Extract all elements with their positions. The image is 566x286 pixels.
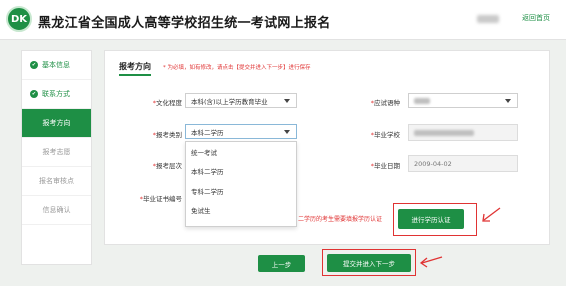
chevron-down-icon	[505, 99, 511, 103]
category-dropdown: 统一考试 本科二学历 专科二学历 免试生	[185, 141, 297, 227]
sidebar-item-direction[interactable]: 报考方向	[22, 109, 91, 138]
dropdown-option-exempt[interactable]: 免试生	[186, 201, 296, 221]
arrow-icon	[482, 207, 501, 222]
school-value-redacted	[414, 129, 474, 136]
arrow-icon	[419, 256, 443, 268]
sidebar-item-label: 报考方向	[42, 119, 71, 127]
sidebar-item-confirm[interactable]: 信息确认	[22, 196, 91, 225]
sidebar-item-basic-info[interactable]: ✔ 基本信息	[22, 51, 91, 80]
required-note: * 为必填，如有修改，请点击【提交并进入下一步】进行保存	[163, 65, 311, 71]
level-label: *报考层次	[152, 162, 182, 170]
category-label: *报考类别	[152, 131, 182, 139]
prev-step-button[interactable]: 上一步	[258, 255, 305, 272]
sidebar-item-label: 报考志愿	[42, 148, 71, 156]
step-sidebar: ✔ 基本信息 ✔ 联系方式 报考方向 报考志愿 报名审核点 信息确认	[21, 50, 92, 265]
sidebar-item-label: 联系方式	[42, 90, 70, 98]
user-name-redacted	[477, 15, 499, 23]
dropdown-option-unified[interactable]: 统一考试	[186, 142, 296, 162]
language-label: *应试语种	[370, 99, 400, 107]
logo-icon: DK	[6, 6, 32, 32]
sidebar-item-label: 报名审核点	[39, 177, 74, 185]
dropdown-option-college-second[interactable]: 专科二学历	[186, 181, 296, 201]
sidebar-item-label: 基本信息	[42, 61, 70, 69]
education-label: *文化程度	[152, 99, 182, 107]
school-label: *毕业学校	[370, 131, 400, 139]
cert-note: 二学历的考生需要填报学历认证	[298, 216, 383, 223]
chevron-down-icon	[284, 130, 290, 134]
language-select[interactable]	[408, 93, 518, 108]
grad-date-field: 2009-04-02	[408, 155, 518, 172]
site-title: 黑龙江省全国成人高等学校招生统一考试网上报名	[38, 16, 331, 31]
verify-degree-button[interactable]: 进行学历认证	[398, 209, 464, 229]
tab-title: 报考方向	[119, 61, 151, 76]
sidebar-item-contact[interactable]: ✔ 联系方式	[22, 80, 91, 109]
header-bar: DK 黑龙江省全国成人高等学校招生统一考试网上报名 返回首页	[0, 0, 566, 40]
cert-no-label: *毕业证书编号	[139, 195, 182, 203]
home-link[interactable]: 返回首页	[522, 13, 550, 23]
school-field	[408, 124, 518, 141]
grad-date-label: *毕业日期	[370, 162, 400, 170]
check-icon: ✔	[30, 61, 38, 69]
check-icon: ✔	[30, 90, 38, 98]
sidebar-item-label: 信息确认	[42, 206, 71, 214]
language-value-redacted	[414, 97, 430, 104]
dropdown-option-bachelor-second[interactable]: 本科二学历	[186, 162, 296, 182]
sidebar-item-preferences[interactable]: 报考志愿	[22, 138, 91, 167]
chevron-down-icon	[284, 99, 290, 103]
category-select[interactable]: 本科二学历	[185, 124, 297, 139]
sidebar-item-review-point[interactable]: 报名审核点	[22, 167, 91, 196]
submit-next-button[interactable]: 提交并进入下一步	[327, 254, 411, 272]
education-select[interactable]: 本科(含)以上学历教育毕业	[185, 93, 297, 108]
